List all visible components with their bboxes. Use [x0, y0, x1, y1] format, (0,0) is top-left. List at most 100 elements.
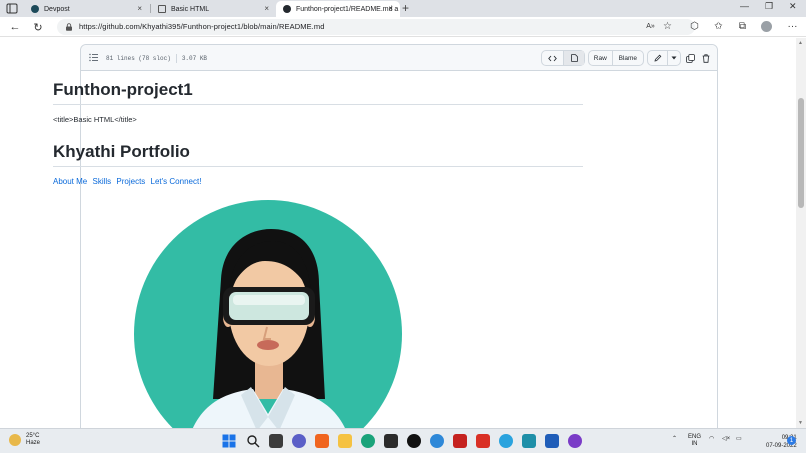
- delete-button[interactable]: [700, 52, 712, 64]
- raw-blame-group: Raw Blame: [588, 50, 644, 66]
- tab-actions-icon[interactable]: [6, 3, 18, 14]
- favorites-icon[interactable]: ✩: [712, 20, 725, 33]
- back-button[interactable]: ←: [8, 20, 22, 34]
- trash-icon: [702, 53, 710, 63]
- app-icon-2[interactable]: [522, 434, 536, 448]
- chevron-down-icon: [671, 56, 677, 60]
- nav-links: About Me Skills Projects Let's Connect!: [53, 177, 583, 186]
- pencil-icon: [654, 54, 662, 62]
- tab-title: Devpost: [44, 5, 70, 13]
- search-icon: [247, 435, 260, 448]
- url-text[interactable]: https://github.com/Khyathi395/Funthon-pr…: [79, 22, 324, 31]
- new-tab-button[interactable]: +: [402, 1, 409, 15]
- store-icon[interactable]: [384, 434, 398, 448]
- file-size: 3.07 KB: [181, 55, 208, 63]
- chrome-icon[interactable]: [430, 434, 444, 448]
- profile-icon[interactable]: [760, 20, 773, 33]
- github-desktop-icon[interactable]: [407, 434, 421, 448]
- edit-button[interactable]: [648, 51, 667, 65]
- browser-toolbar: ← ↻ https://github.com/Khyathi395/Funtho…: [0, 17, 806, 37]
- edit-group: [647, 50, 681, 66]
- tab-title: Funthon-project1/README.md a: [296, 5, 399, 13]
- reload-button[interactable]: ↻: [31, 20, 45, 34]
- devpost-favicon-icon: [31, 5, 39, 13]
- preview-view-button[interactable]: [563, 51, 584, 65]
- language-indicator[interactable]: ENG IN: [688, 434, 701, 448]
- lock-icon[interactable]: [65, 23, 73, 31]
- file-icon: [570, 54, 578, 62]
- notification-badge[interactable]: 1: [787, 436, 796, 445]
- edge-browser-icon[interactable]: [361, 434, 375, 448]
- more-icon[interactable]: ···: [786, 20, 799, 33]
- code-view-button[interactable]: [542, 51, 563, 65]
- battery-icon[interactable]: ▭: [736, 435, 742, 442]
- copy-icon: [685, 53, 695, 63]
- weather-condition: Haze: [26, 440, 41, 446]
- line-count: 81 lines (78 sloc): [106, 55, 171, 63]
- goggles-glare: [233, 295, 305, 305]
- close-icon[interactable]: ×: [388, 4, 393, 13]
- code-icon: [548, 55, 557, 61]
- link-about-me[interactable]: About Me: [53, 177, 87, 186]
- temperature: 25°C: [26, 433, 40, 439]
- tab-title: Basic HTML: [171, 5, 210, 13]
- file-info: 81 lines (78 sloc) 3.07 KB: [106, 54, 207, 63]
- lips: [257, 340, 279, 350]
- raw-button[interactable]: Raw: [589, 51, 612, 65]
- file-explorer-icon[interactable]: [338, 434, 352, 448]
- address-bar[interactable]: https://github.com/Khyathi395/Funthon-pr…: [57, 19, 695, 35]
- word-icon[interactable]: [545, 434, 559, 448]
- telegram-icon[interactable]: [499, 434, 513, 448]
- wifi-icon[interactable]: ◠: [709, 435, 714, 442]
- mcafee-icon[interactable]: [453, 434, 467, 448]
- link-projects[interactable]: Projects: [116, 177, 145, 186]
- tab-readme[interactable]: Funthon-project1/README.md a ×: [276, 1, 400, 17]
- github-favicon-icon: [283, 5, 291, 13]
- wps-icon[interactable]: [476, 434, 490, 448]
- close-window-button[interactable]: ✕: [789, 1, 797, 12]
- volume-icon[interactable]: ◁×: [722, 435, 730, 442]
- windows-logo-icon: [222, 434, 236, 448]
- language-bottom: IN: [691, 441, 698, 447]
- task-view-icon[interactable]: [269, 434, 283, 448]
- blame-button[interactable]: Blame: [611, 51, 643, 65]
- show-hidden-icons-icon[interactable]: ⌃: [672, 435, 677, 442]
- tab-basic-html[interactable]: Basic HTML ×: [151, 1, 276, 17]
- close-icon[interactable]: ×: [264, 4, 269, 13]
- outline-list-icon[interactable]: [89, 53, 98, 62]
- language-top: ENG: [688, 434, 702, 440]
- collections-icon[interactable]: ⧉: [736, 20, 749, 33]
- search-button[interactable]: [246, 434, 260, 448]
- tab-strip: Devpost × Basic HTML × Funthon-project1/…: [0, 0, 806, 17]
- link-skills[interactable]: Skills: [92, 177, 111, 186]
- scroll-up-icon[interactable]: ▲: [798, 40, 803, 46]
- close-icon[interactable]: ×: [137, 4, 142, 13]
- favorite-add-icon[interactable]: ☆: [661, 20, 674, 33]
- readme-body: Funthon-project1 <title>Basic HTML</titl…: [53, 80, 583, 186]
- portfolio-heading: Khyathi Portfolio: [53, 142, 583, 167]
- teams-chat-icon[interactable]: [292, 434, 306, 448]
- edit-dropdown-button[interactable]: [667, 51, 680, 65]
- app-icon[interactable]: [315, 434, 329, 448]
- weather-widget[interactable]: 25°C Haze: [9, 433, 40, 447]
- scrollbar-thumb[interactable]: [798, 98, 804, 208]
- extensions-icon[interactable]: ⬡: [688, 20, 701, 33]
- divider: [175, 54, 177, 63]
- link-lets-connect[interactable]: Let's Connect!: [151, 177, 202, 186]
- maximize-button[interactable]: ❐: [765, 1, 773, 12]
- app-icon-3[interactable]: [568, 434, 582, 448]
- start-button[interactable]: [222, 434, 236, 448]
- tab-devpost[interactable]: Devpost ×: [24, 1, 149, 17]
- taskbar: 25°C Haze ⌃ ENG IN ◠ ◁× ▭ 09:21 07-09-20…: [0, 428, 806, 453]
- scroll-down-icon[interactable]: ▼: [798, 420, 803, 426]
- view-toggle: [541, 50, 585, 66]
- read-aloud-icon[interactable]: A»: [644, 20, 657, 33]
- weather-text: 25°C Haze: [26, 433, 40, 447]
- readme-title: Funthon-project1: [53, 80, 583, 105]
- weather-icon: [9, 434, 21, 446]
- portfolio-avatar-image: [134, 200, 402, 453]
- copy-button[interactable]: [684, 52, 696, 64]
- minimize-button[interactable]: —: [740, 1, 749, 11]
- page-scrollbar[interactable]: ▲ ▼: [796, 38, 806, 428]
- page-favicon-icon: [158, 5, 166, 13]
